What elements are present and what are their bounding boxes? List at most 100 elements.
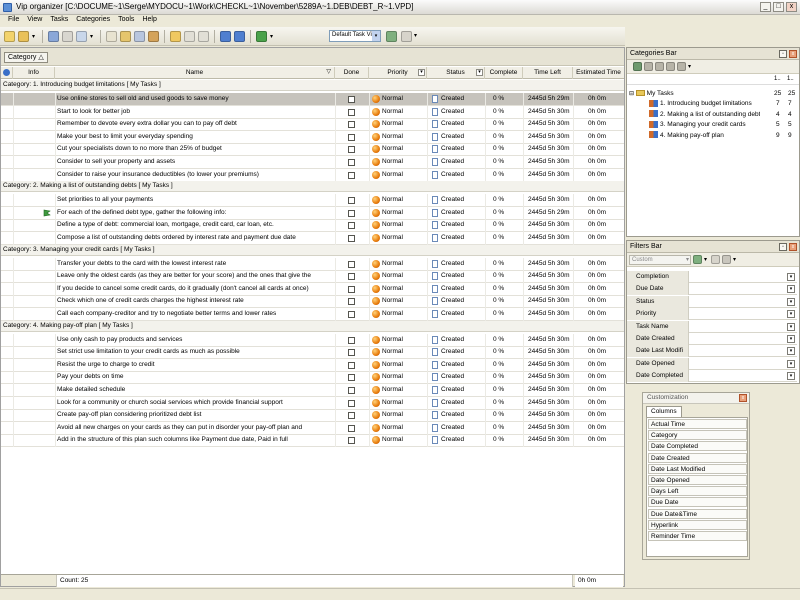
table-row[interactable]: Use only cash to pay products and servic… <box>1 333 624 347</box>
clear-filter-icon[interactable] <box>711 255 720 264</box>
task-estimated-time[interactable]: 0h 0m <box>588 194 622 206</box>
category-item[interactable]: 2. Making a list of outstanding debts 4 4 <box>649 110 800 120</box>
table-row[interactable]: Resist the urge to charge to credit Norma… <box>1 358 624 372</box>
group-chip-category[interactable]: Category △ <box>4 52 48 63</box>
task-name[interactable]: Cut your specialists down to no more tha… <box>57 143 333 155</box>
menu-categories[interactable]: Categories <box>72 15 114 27</box>
table-row[interactable]: Compose a list of outstanding debts orde… <box>1 232 624 245</box>
column-option[interactable]: Date Last Modified <box>648 463 747 474</box>
chevron-down-icon[interactable]: ▾ <box>476 69 483 76</box>
task-priority[interactable]: Normal <box>382 106 426 118</box>
move-category-icon[interactable] <box>655 62 664 71</box>
task-priority[interactable]: Normal <box>382 409 426 421</box>
filter-row[interactable]: Date Last Modifi ▾ <box>627 345 797 358</box>
undo-icon[interactable] <box>170 30 181 42</box>
filter-row[interactable]: Task Name ▾ <box>627 320 797 333</box>
done-checkbox[interactable] <box>348 361 355 369</box>
task-complete[interactable]: 0 % <box>493 371 519 383</box>
task-status[interactable]: Created <box>441 434 483 446</box>
done-checkbox[interactable] <box>348 197 355 205</box>
find-icon[interactable] <box>386 31 397 42</box>
task-name[interactable]: Leave only the oldest cards (as they are… <box>57 270 333 282</box>
done-checkbox[interactable] <box>348 387 355 394</box>
task-estimated-time[interactable]: 0h 0m <box>588 283 622 295</box>
filter-preset-select[interactable]: Custom ▾ <box>629 254 691 265</box>
table-row[interactable]: Avoid all new charges on your cards as t… <box>1 421 624 435</box>
task-status[interactable]: Created <box>441 194 483 206</box>
chevron-down-icon[interactable]: ▾ <box>787 285 795 294</box>
task-status[interactable]: Created <box>441 308 483 320</box>
minimize-button[interactable]: _ <box>760 2 771 12</box>
task-complete[interactable]: 0 % <box>493 384 519 396</box>
move-down-icon[interactable] <box>234 30 245 42</box>
table-row[interactable]: Define a type of debt: commercial loan, … <box>1 219 624 233</box>
menu-view[interactable]: View <box>23 15 46 27</box>
task-name[interactable]: Call each company-creditor and try to ne… <box>57 308 333 320</box>
group-header-row[interactable]: Category: 4. Making pay-off plan [ My Ta… <box>1 320 624 332</box>
table-row[interactable]: Pay your debts on time Normal Created 0 % 24… <box>1 371 624 385</box>
task-status[interactable]: Created <box>441 346 483 358</box>
task-estimated-time[interactable]: 0h 0m <box>588 118 622 130</box>
task-name[interactable]: Check which one of credit cards charges … <box>57 295 333 307</box>
column-option[interactable]: Date Opened <box>648 475 747 485</box>
table-row[interactable]: For each of the defined debt type, gathe… <box>1 206 624 220</box>
task-estimated-time[interactable]: 0h 0m <box>588 106 622 118</box>
task-complete[interactable]: 0 % <box>493 219 519 231</box>
table-row[interactable]: Consider to raise your insurance deducti… <box>1 168 624 182</box>
task-name[interactable]: Consider to raise your insurance deducti… <box>57 169 333 181</box>
task-name[interactable]: Make your best to limit your everyday sp… <box>57 131 333 143</box>
chevron-down-icon[interactable]: ▾ <box>686 256 689 264</box>
menu-file[interactable]: File <box>4 15 23 27</box>
table-row[interactable]: Consider to sell your property and asset… <box>1 156 624 169</box>
task-estimated-time[interactable]: 0h 0m <box>588 143 622 155</box>
close-button[interactable]: x <box>786 2 797 12</box>
task-estimated-time[interactable]: 0h 0m <box>588 371 622 383</box>
task-priority[interactable]: Normal <box>382 346 426 358</box>
task-complete[interactable]: 0 % <box>493 397 519 409</box>
task-complete[interactable]: 0 % <box>493 93 519 105</box>
task-complete[interactable]: 0 % <box>493 143 519 155</box>
done-checkbox[interactable] <box>348 222 355 230</box>
copy-icon[interactable] <box>120 30 131 42</box>
task-complete[interactable]: 0 % <box>493 283 519 295</box>
task-name[interactable]: If you decide to cancel some credit card… <box>57 283 333 295</box>
flag-icon[interactable] <box>43 209 52 217</box>
export-icon[interactable] <box>76 30 87 42</box>
task-name[interactable]: Use online stores to sell old and used g… <box>57 93 333 105</box>
task-complete[interactable]: 0 % <box>493 270 519 282</box>
task-priority[interactable]: Normal <box>382 143 426 155</box>
task-name[interactable]: Avoid all new charges on your cards as t… <box>57 422 333 434</box>
task-complete[interactable]: 0 % <box>493 169 519 181</box>
flag-icon[interactable] <box>256 30 267 42</box>
column-option[interactable]: Due Date <box>648 497 747 508</box>
done-checkbox[interactable] <box>348 273 355 281</box>
open-icon[interactable] <box>18 30 29 42</box>
table-row[interactable]: Transfer your debts to the card with the… <box>1 257 624 271</box>
column-option[interactable]: Date Completed <box>648 441 747 452</box>
table-row[interactable]: Leave only the oldest cards (as they are… <box>1 270 624 284</box>
cut-icon[interactable] <box>106 30 117 42</box>
filter-row[interactable]: Date Completed ▾ <box>627 370 797 383</box>
task-complete[interactable]: 0 % <box>493 409 519 421</box>
task-complete[interactable]: 0 % <box>493 106 519 118</box>
filter-row[interactable]: Due Date ▾ <box>627 283 797 296</box>
task-estimated-time[interactable]: 0h 0m <box>588 169 622 181</box>
category-options-icon[interactable] <box>677 62 686 71</box>
table-row[interactable]: Start to look for better job Normal Create… <box>1 105 624 119</box>
close-icon[interactable]: x <box>789 243 797 251</box>
done-checkbox[interactable] <box>348 311 355 318</box>
task-name[interactable]: Add in the structure of this plan such c… <box>57 434 333 446</box>
column-header-estimated-time[interactable]: Estimated Time <box>573 67 624 79</box>
view-select[interactable]: Default Task View ▾ <box>329 30 381 42</box>
chevron-down-icon[interactable]: ▾ <box>418 69 425 76</box>
task-complete[interactable]: 0 % <box>493 207 519 219</box>
task-priority[interactable]: Normal <box>382 93 426 105</box>
task-status[interactable]: Created <box>441 359 483 371</box>
task-status[interactable]: Created <box>441 156 483 168</box>
menu-tools[interactable]: Tools <box>114 15 138 27</box>
task-estimated-time[interactable]: 0h 0m <box>588 232 622 244</box>
task-name[interactable]: Set strict use limitation to your credit… <box>57 346 333 358</box>
open-dropdown-icon[interactable]: ▾ <box>32 33 37 40</box>
task-priority[interactable]: Normal <box>382 156 426 168</box>
add-category-icon[interactable] <box>633 62 642 71</box>
